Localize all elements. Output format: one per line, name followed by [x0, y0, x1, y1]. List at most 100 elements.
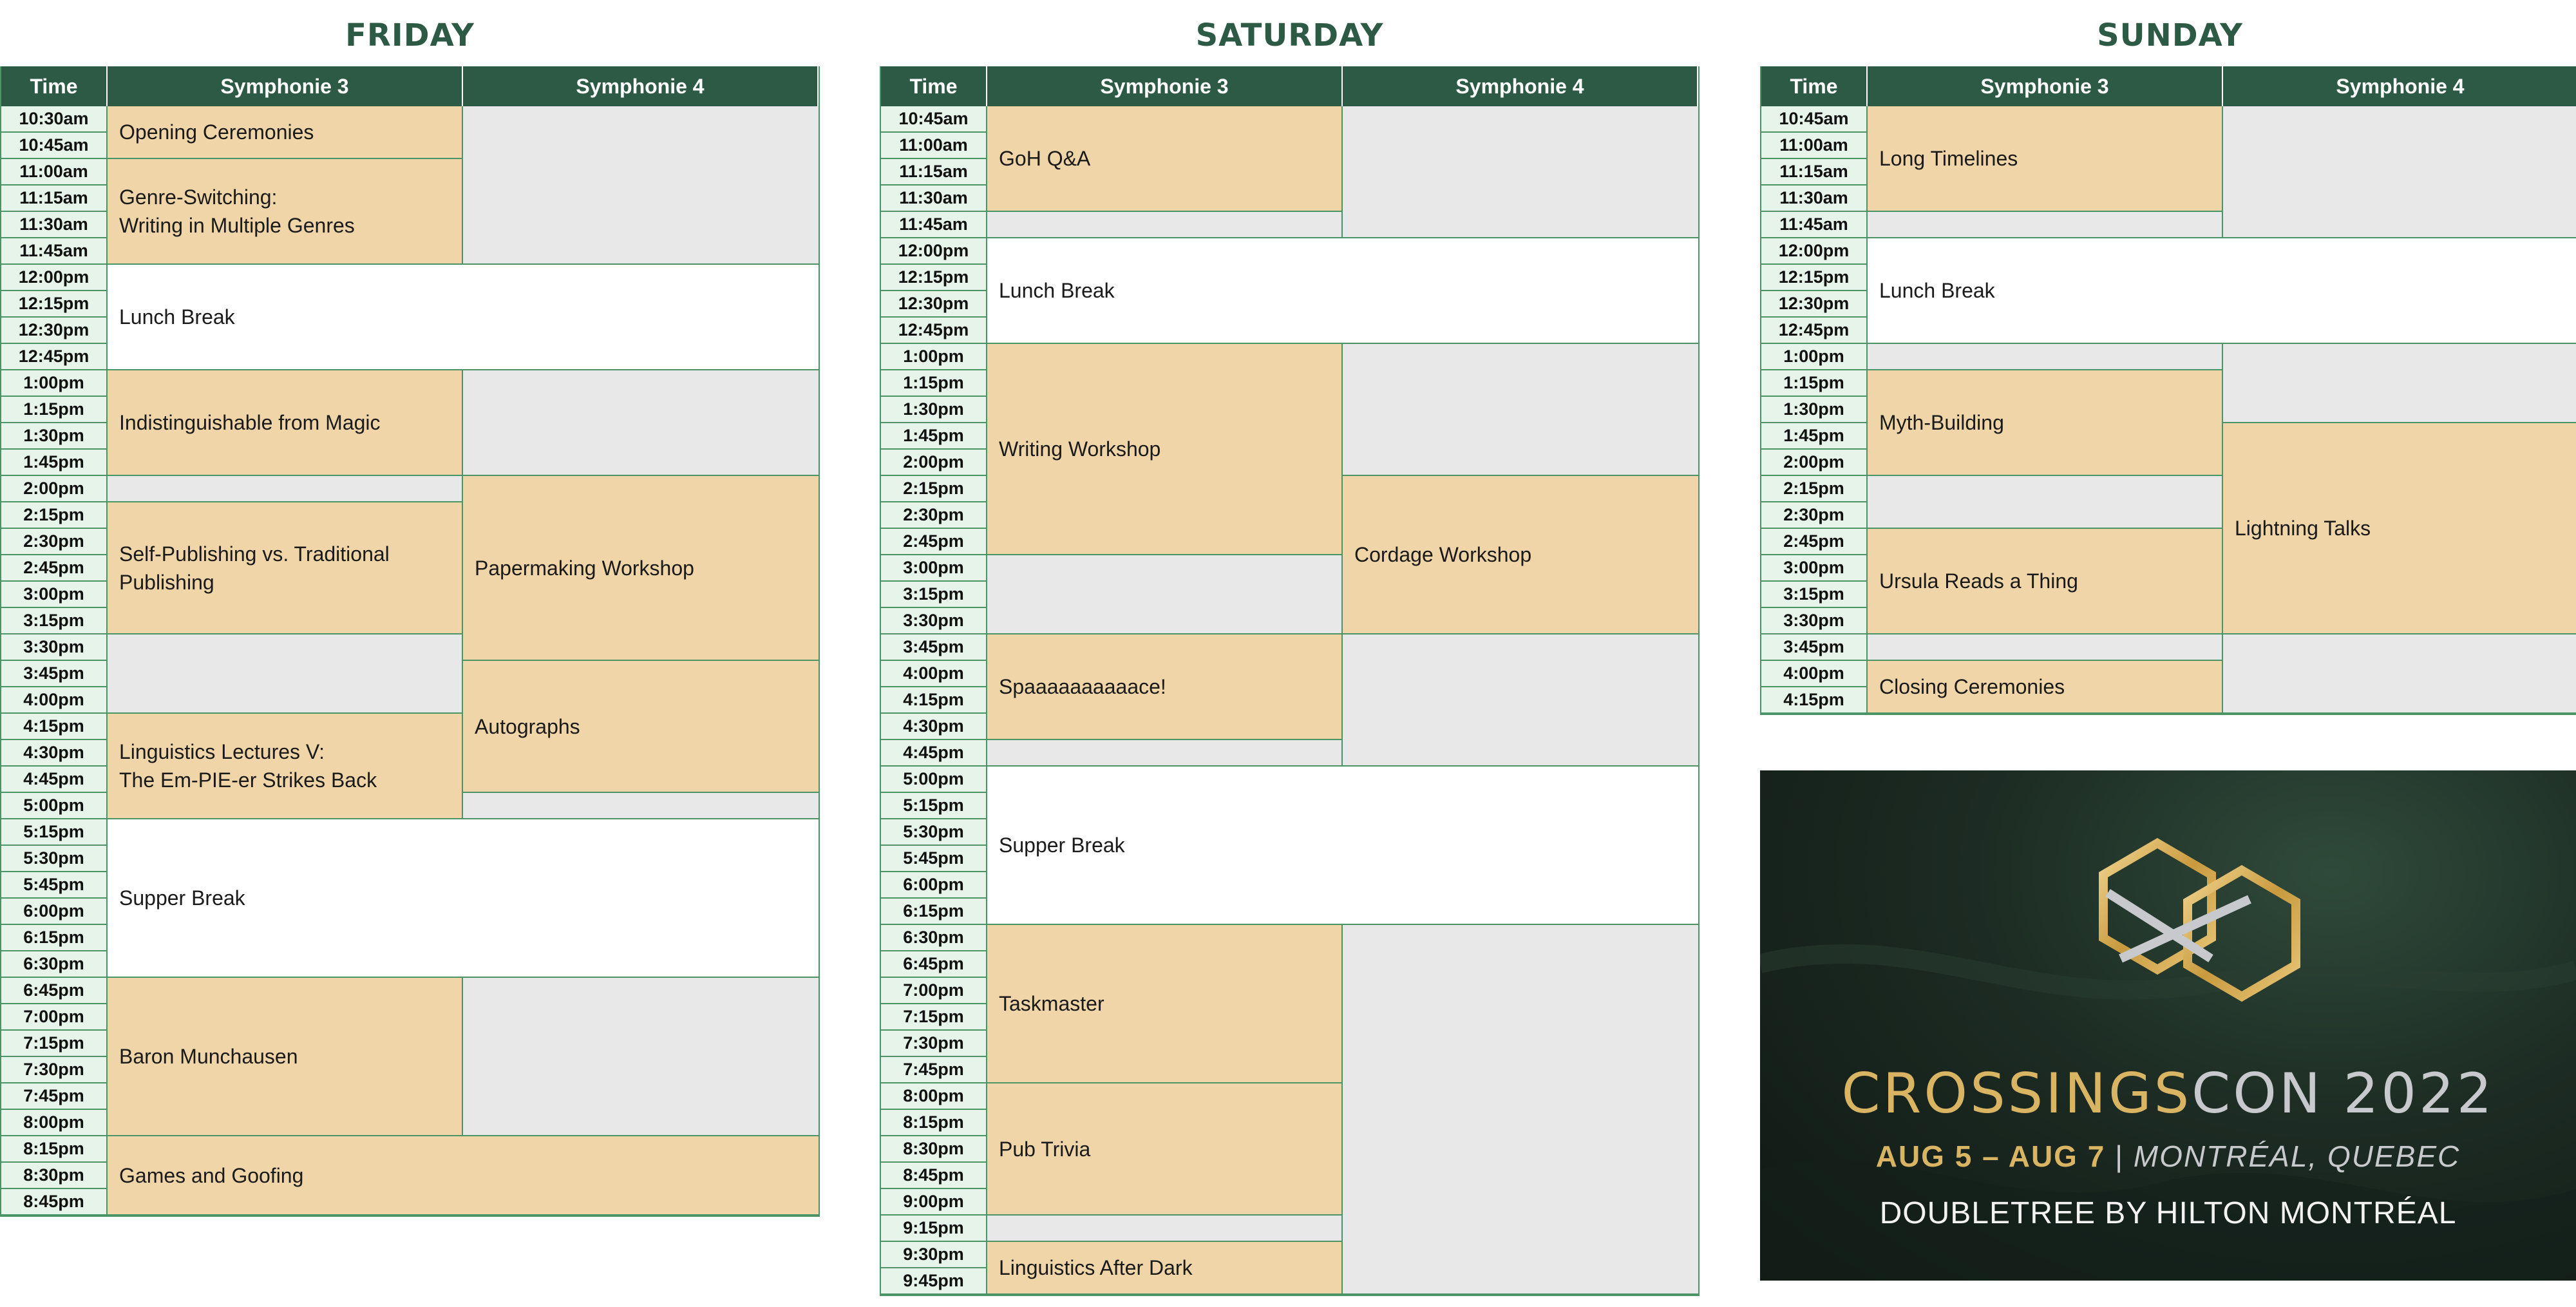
time-slot: 5:00pm — [1, 793, 108, 819]
convention-dates: AUG 5 – AUG 7 | MONTRÉAL, QUEBEC — [1875, 1140, 2461, 1173]
empty-slot — [108, 476, 463, 502]
time-slot: 5:45pm — [881, 846, 987, 872]
time-slot: 12:15pm — [1, 291, 108, 318]
time-column-header: Time — [881, 66, 987, 106]
time-slot: 10:45am — [1761, 106, 1868, 133]
session-block[interactable]: Taskmaster — [987, 925, 1343, 1083]
time-slot: 7:15pm — [1, 1031, 108, 1057]
time-slot: 2:30pm — [1761, 502, 1868, 529]
room-symphonie-4-header: Symphonie 4 — [2223, 66, 2576, 106]
time-slot: 6:30pm — [1, 951, 108, 978]
empty-slot — [987, 1216, 1343, 1242]
time-slot: 10:45am — [881, 106, 987, 133]
time-slot: 12:30pm — [1, 318, 108, 344]
time-slot: 8:30pm — [881, 1136, 987, 1163]
time-slot: 6:45pm — [1, 978, 108, 1004]
time-slot: 10:30am — [1, 106, 108, 133]
time-slot: 5:15pm — [881, 793, 987, 819]
convention-banner: CROSSINGSCON 2022 AUG 5 – AUG 7 | MONTRÉ… — [1760, 770, 2576, 1281]
session-block[interactable]: Papermaking Workshop — [463, 476, 819, 661]
empty-slot — [463, 978, 819, 1136]
time-slot: 1:00pm — [1, 370, 108, 397]
session-block[interactable]: Baron Munchausen — [108, 978, 463, 1136]
time-slot: 5:30pm — [881, 819, 987, 846]
session-block[interactable]: Ursula Reads a Thing — [1868, 529, 2223, 634]
session-block[interactable]: Long Timelines — [1868, 106, 2223, 212]
day-title-friday: FRIDAY — [345, 17, 475, 53]
time-slot: 12:30pm — [881, 291, 987, 318]
time-slot: 8:45pm — [881, 1163, 987, 1189]
time-slot: 3:30pm — [1, 634, 108, 661]
time-slot: 3:15pm — [881, 582, 987, 608]
time-slot: 4:15pm — [1, 714, 108, 740]
time-slot: 5:45pm — [1, 872, 108, 899]
time-slot: 12:45pm — [881, 318, 987, 344]
session-block[interactable]: GoH Q&A — [987, 106, 1343, 212]
time-slot: 11:00am — [1761, 133, 1868, 159]
time-slot: 1:15pm — [1, 397, 108, 423]
room-symphonie-4-header: Symphonie 4 — [463, 66, 819, 106]
session-block[interactable]: Cordage Workshop — [1343, 476, 1698, 634]
time-slot: 11:15am — [881, 159, 987, 186]
time-slot: 12:30pm — [1761, 291, 1868, 318]
time-slot: 9:15pm — [881, 1216, 987, 1242]
session-block[interactable]: Writing Workshop — [987, 344, 1343, 555]
time-slot: 12:00pm — [1, 265, 108, 291]
time-slot: 8:00pm — [881, 1083, 987, 1110]
time-slot: 5:00pm — [881, 767, 987, 793]
time-slot: 9:00pm — [881, 1189, 987, 1216]
session-block[interactable]: Linguistics After Dark — [987, 1242, 1343, 1295]
time-slot: 10:45am — [1, 133, 108, 159]
session-block[interactable]: Opening Ceremonies — [108, 106, 463, 159]
time-slot: 1:30pm — [1, 423, 108, 450]
time-slot: 2:00pm — [1761, 450, 1868, 476]
session-block[interactable]: Genre-Switching: Writing in Multiple Gen… — [108, 159, 463, 265]
time-slot: 12:00pm — [881, 238, 987, 265]
time-slot: 6:45pm — [881, 951, 987, 978]
empty-slot — [2223, 344, 2576, 423]
time-slot: 4:15pm — [1761, 687, 1868, 714]
session-block[interactable]: Spaaaaaaaaaace! — [987, 634, 1343, 740]
room-symphonie-3-header: Symphonie 3 — [1868, 66, 2223, 106]
time-slot: 3:15pm — [1, 608, 108, 634]
time-slot: 4:00pm — [1, 687, 108, 714]
empty-slot — [1343, 106, 1698, 238]
time-slot: 11:30am — [1761, 186, 1868, 212]
session-block[interactable]: Self-Publishing vs. Traditional Publishi… — [108, 502, 463, 634]
time-slot: 1:45pm — [881, 423, 987, 450]
session-block[interactable]: Closing Ceremonies — [1868, 661, 2223, 714]
time-slot: 5:30pm — [1, 846, 108, 872]
empty-slot — [1868, 344, 2223, 370]
schedule-grid-sunday: Time Symphonie 3 Symphonie 4 10:45am 11:00am… — [1760, 66, 2576, 715]
time-slot: 4:45pm — [881, 740, 987, 767]
time-slot: 3:30pm — [881, 608, 987, 634]
time-slot: 2:45pm — [1761, 529, 1868, 555]
time-slot: 7:45pm — [881, 1057, 987, 1083]
time-slot: 1:00pm — [881, 344, 987, 370]
session-block[interactable]: Indistinguishable from Magic — [108, 370, 463, 476]
session-block[interactable]: Games and Goofing — [108, 1136, 819, 1216]
session-block[interactable]: Autographs — [463, 661, 819, 793]
time-slot: 3:15pm — [1761, 582, 1868, 608]
time-slot: 11:45am — [881, 212, 987, 238]
time-slot: 3:00pm — [881, 555, 987, 582]
session-block[interactable]: Myth-Building — [1868, 370, 2223, 476]
break-block: Supper Break — [108, 819, 819, 978]
time-slot: 5:15pm — [1, 819, 108, 846]
room-symphonie-3-header: Symphonie 3 — [108, 66, 463, 106]
time-slot: 11:30am — [881, 186, 987, 212]
session-block[interactable]: Linguistics Lectures V: The Em-PIE-er St… — [108, 714, 463, 819]
time-slot: 6:00pm — [881, 872, 987, 899]
time-slot: 11:15am — [1761, 159, 1868, 186]
day-title-sunday: SUNDAY — [2097, 17, 2243, 53]
time-slot: 2:15pm — [1761, 476, 1868, 502]
session-block[interactable]: Pub Trivia — [987, 1083, 1343, 1216]
time-slot: 2:15pm — [881, 476, 987, 502]
empty-slot — [108, 634, 463, 714]
session-block[interactable]: Lightning Talks — [2223, 423, 2576, 634]
time-slot: 8:45pm — [1, 1189, 108, 1216]
time-slot: 2:00pm — [1, 476, 108, 502]
empty-slot — [463, 370, 819, 476]
empty-slot — [1868, 476, 2223, 529]
empty-slot — [1343, 634, 1698, 767]
